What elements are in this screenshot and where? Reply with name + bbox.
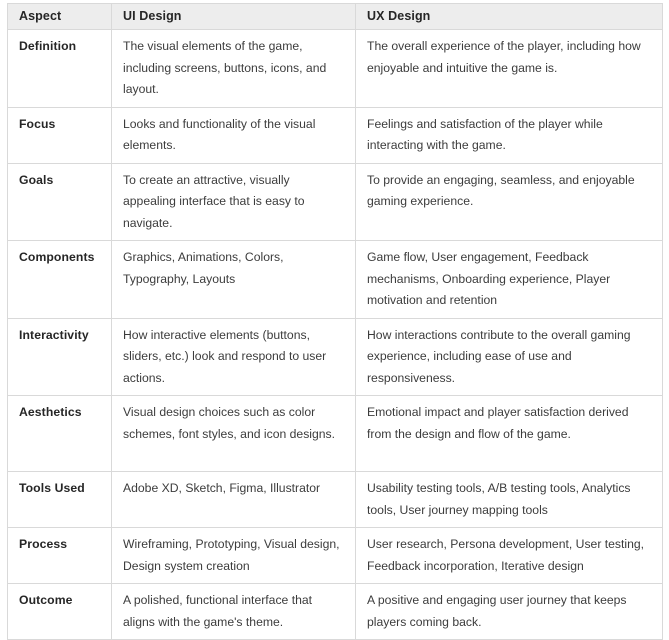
cell-ux-components: Game flow, User engagement, Feedback mec… [355,240,663,319]
table-body: Definition The visual elements of the ga… [7,29,663,640]
cell-ui-process: Wireframing, Prototyping, Visual design,… [111,527,356,584]
cell-ui-definition: The visual elements of the game, includi… [111,29,356,108]
row-aspect-components: Components [7,240,112,319]
cell-ui-outcome: A polished, functional interface that al… [111,583,356,640]
row-aspect-definition: Definition [7,29,112,108]
table-row: Outcome A polished, functional interface… [7,583,663,640]
table-row: Definition The visual elements of the ga… [7,29,663,108]
table-row: Aesthetics Visual design choices such as… [7,395,663,472]
table-row: Components Graphics, Animations, Colors,… [7,240,663,319]
cell-ux-focus: Feelings and satisfaction of the player … [355,106,663,164]
row-aspect-focus: Focus [7,106,112,164]
cell-ux-definition: The overall experience of the player, in… [355,29,663,108]
cell-ux-process: User research, Persona development, User… [355,527,663,584]
cell-ui-aesthetics: Visual design choices such as color sche… [111,395,356,472]
cell-ux-interactivity: How interactions contribute to the overa… [355,317,663,396]
cell-ux-goals: To provide an engaging, seamless, and en… [355,162,663,241]
row-aspect-tools-used: Tools Used [7,471,112,528]
table-row: Focus Looks and functionality of the vis… [7,106,663,164]
table-row: Tools Used Adobe XD, Sketch, Figma, Illu… [7,471,663,528]
row-aspect-interactivity: Interactivity [7,317,112,396]
table-row: Process Wireframing, Prototyping, Visual… [7,527,663,584]
ui-ux-comparison-table: Aspect UI Design UX Design Definition Th… [7,3,663,640]
table-header-row: Aspect UI Design UX Design [7,3,663,30]
table-row: Interactivity How interactive elements (… [7,317,663,396]
table-row: Goals To create an attractive, visually … [7,162,663,241]
cell-ux-aesthetics: Emotional impact and player satisfaction… [355,395,663,472]
cell-ui-focus: Looks and functionality of the visual el… [111,106,356,164]
cell-ux-tools-used: Usability testing tools, A/B testing too… [355,471,663,528]
cell-ui-goals: To create an attractive, visually appeal… [111,162,356,241]
cell-ui-components: Graphics, Animations, Colors, Typography… [111,240,356,319]
column-header-ui-design: UI Design [111,3,356,30]
row-aspect-outcome: Outcome [7,583,112,640]
cell-ux-outcome: A positive and engaging user journey tha… [355,583,663,640]
table-header: Aspect UI Design UX Design [7,3,663,30]
cell-ui-interactivity: How interactive elements (buttons, slide… [111,317,356,396]
row-aspect-goals: Goals [7,162,112,241]
column-header-ux-design: UX Design [355,3,663,30]
row-aspect-process: Process [7,527,112,584]
page-container: Aspect UI Design UX Design Definition Th… [0,0,669,640]
column-header-aspect: Aspect [7,3,112,30]
row-aspect-aesthetics: Aesthetics [7,395,112,472]
cell-ui-tools-used: Adobe XD, Sketch, Figma, Illustrator [111,471,356,528]
